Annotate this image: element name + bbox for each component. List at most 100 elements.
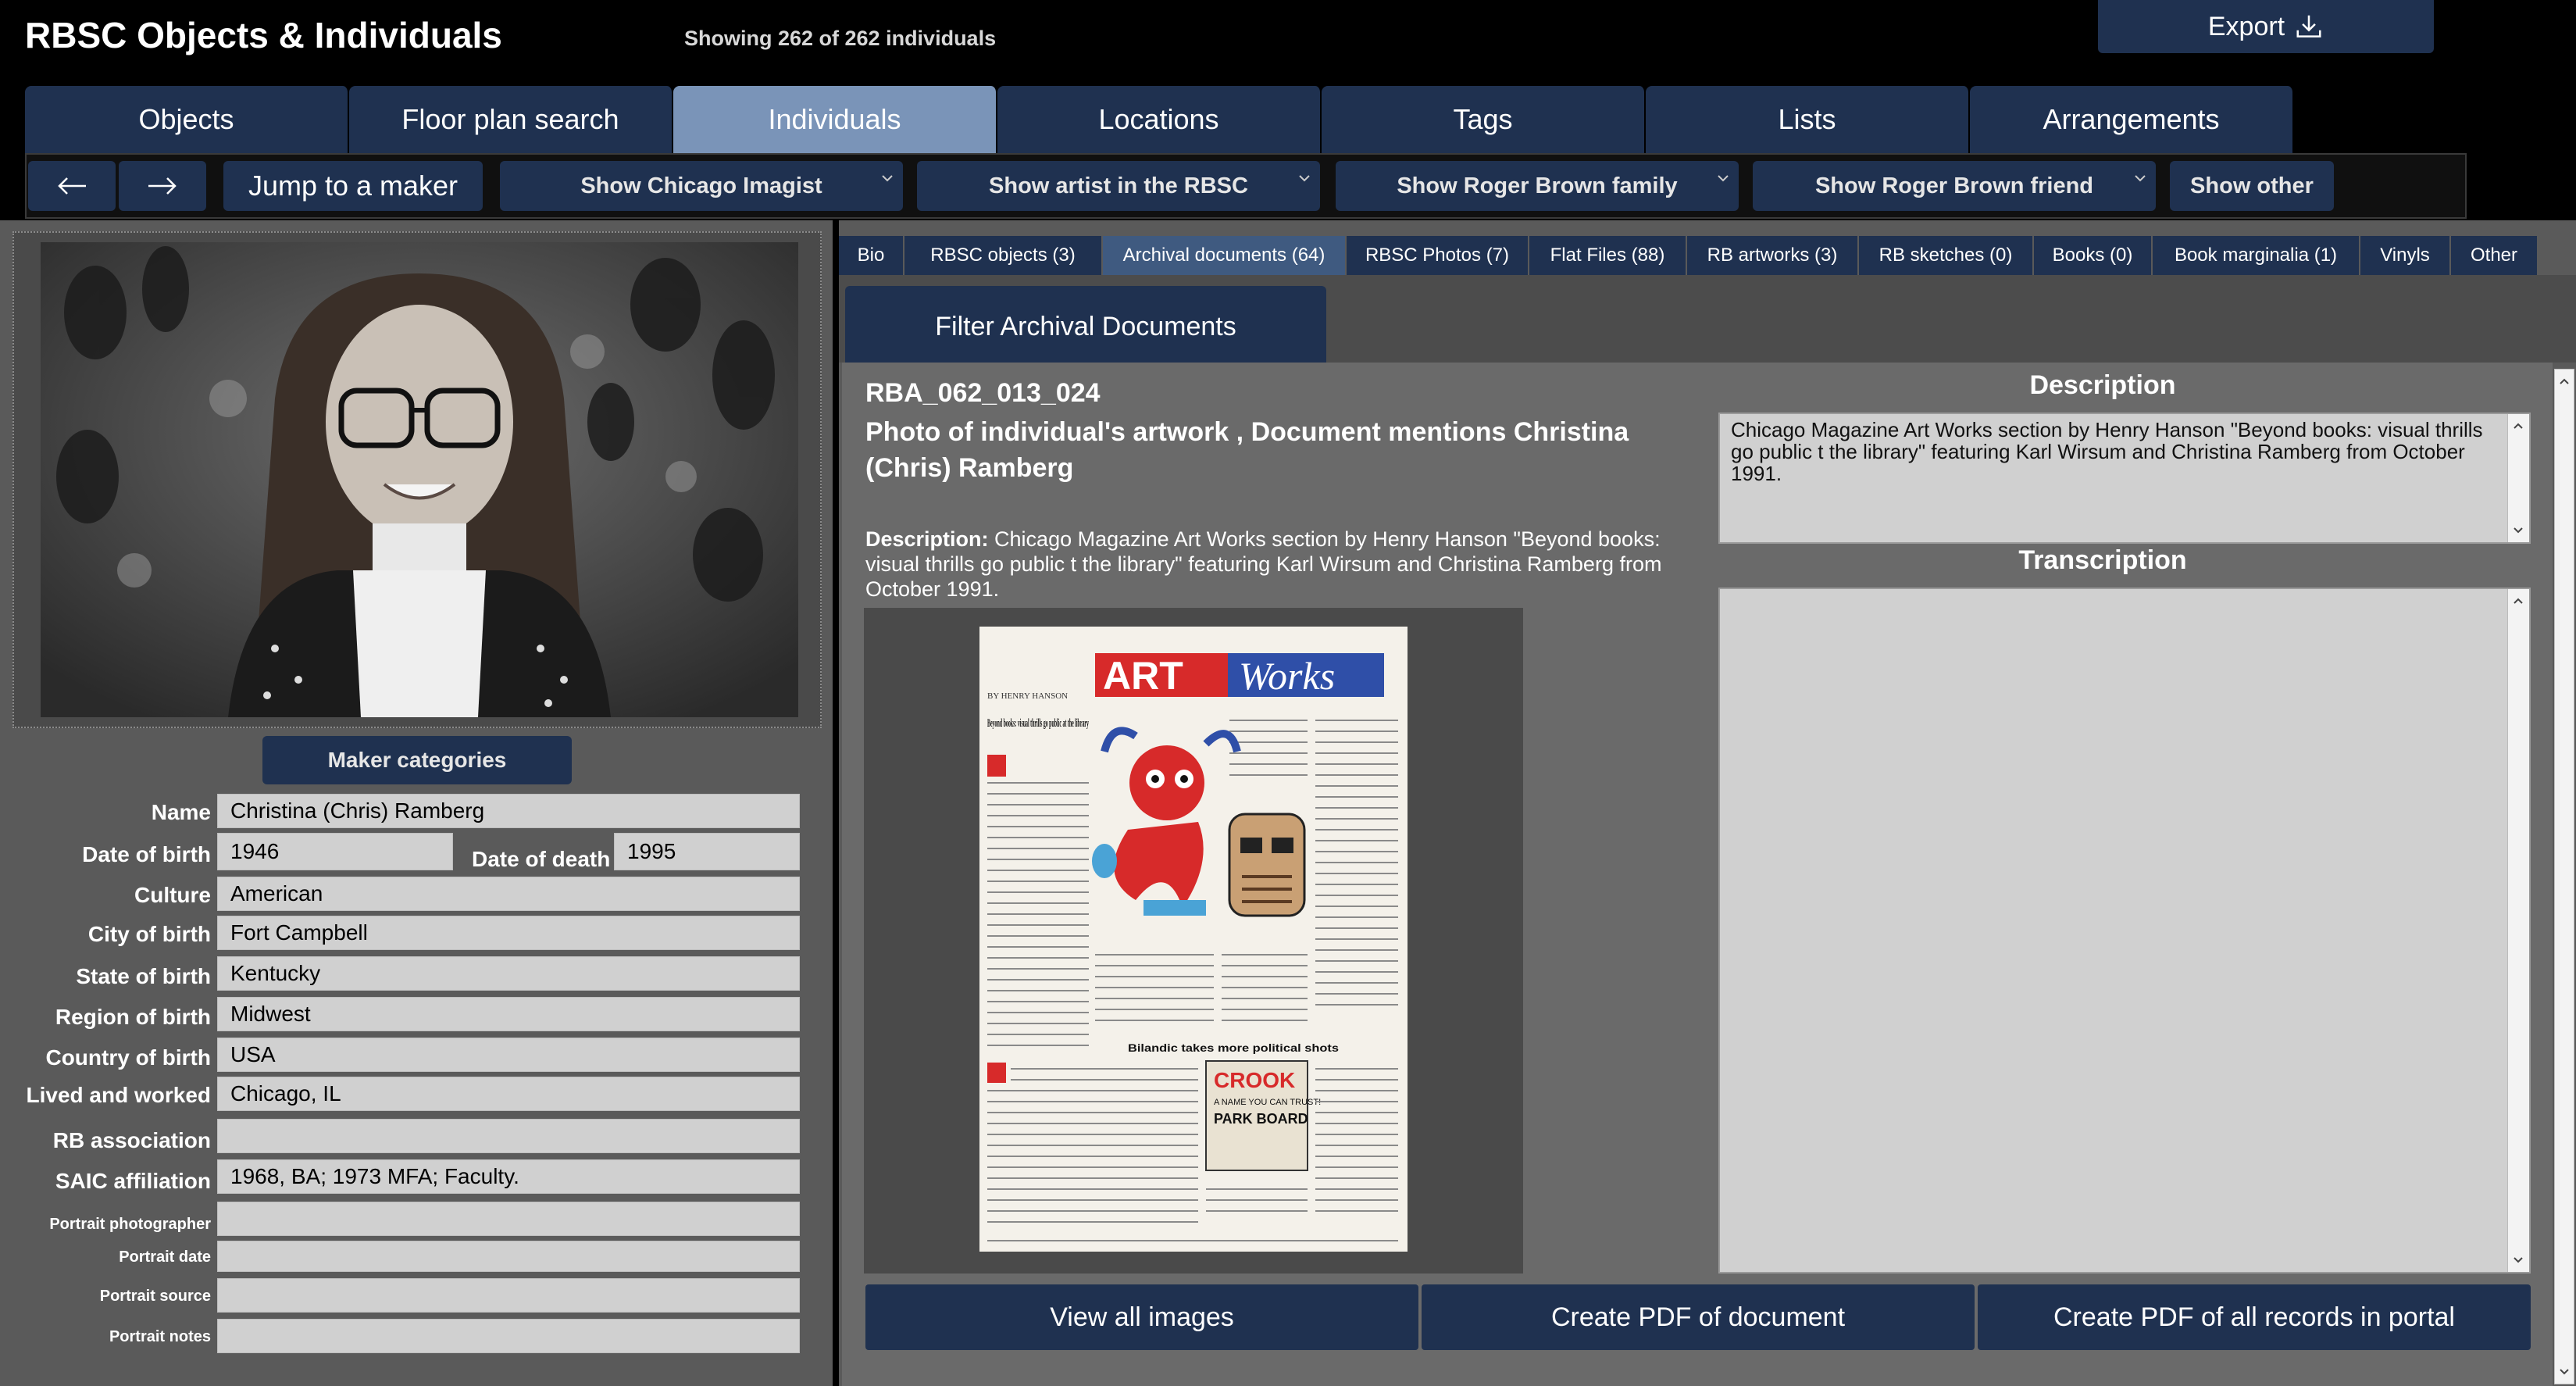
chevron-down-icon [882, 175, 893, 182]
scroll-down-icon [2560, 1369, 2569, 1375]
create-pdf-all-records-button[interactable]: Create PDF of all records in portal [1978, 1284, 2531, 1350]
jump-to-maker-button[interactable]: Jump to a maker [223, 161, 483, 211]
transcription-textarea[interactable] [1718, 588, 2531, 1273]
arrow-right-icon [148, 177, 177, 195]
document-image[interactable]: ART Works BY HENRY HANSON Beyond books: … [979, 627, 1408, 1252]
dropdown-roger-brown-family[interactable]: Show Roger Brown family [1336, 161, 1739, 211]
tab-individuals[interactable]: Individuals [673, 86, 997, 153]
magazine-works: Works [1239, 654, 1335, 698]
export-button[interactable]: Export [2098, 0, 2434, 53]
culture-label: Culture [134, 883, 211, 907]
description-scrollbar[interactable] [2507, 414, 2529, 542]
app-title: RBSC Objects & Individuals [25, 15, 502, 55]
toolbar: Jump to a maker Show Chicago Imagist Sho… [25, 153, 2467, 219]
region-label: Region of birth [55, 1005, 211, 1029]
name-field[interactable]: Christina (Chris) Ramberg [217, 794, 800, 828]
rb-association-field[interactable] [217, 1119, 800, 1153]
chevron-down-icon [1299, 175, 1310, 182]
photographer-label: Portrait photographer [49, 1216, 211, 1233]
saic-field[interactable]: 1968, BA; 1973 MFA; Faculty. [217, 1159, 800, 1194]
view-all-images-button[interactable]: View all images [865, 1284, 1418, 1350]
tab-objects[interactable]: Objects [25, 86, 349, 153]
dropdown-artist-in-rbsc[interactable]: Show artist in the RBSC [917, 161, 1320, 211]
description-textarea[interactable]: Chicago Magazine Art Works section by He… [1718, 413, 2531, 544]
record-tabs: Bio RBSC objects (3) Archival documents … [839, 236, 2539, 275]
photographer-field[interactable] [217, 1202, 800, 1236]
field-row-rb: RB association [0, 1119, 833, 1153]
city-field[interactable]: Fort Campbell [217, 916, 800, 950]
maker-categories-button[interactable]: Maker categories [262, 736, 572, 784]
field-row-culture: Culture American [0, 877, 833, 911]
lived-field[interactable]: Chicago, IL [217, 1077, 800, 1111]
tab-vinyls[interactable]: Vinyls [2360, 236, 2451, 275]
field-row-city: City of birth Fort Campbell [0, 916, 833, 950]
magazine-head2: Bilandic takes more political shots [1128, 1041, 1339, 1054]
tab-rb-sketches[interactable]: RB sketches (0) [1859, 236, 2034, 275]
country-label: Country of birth [45, 1045, 211, 1070]
tab-floor-plan-search[interactable]: Floor plan search [349, 86, 673, 153]
field-row-lived: Lived and worked Chicago, IL [0, 1077, 833, 1111]
show-other-button[interactable]: Show other [2170, 161, 2334, 211]
magazine-sign2: A NAME YOU CAN TRUST! [1214, 1098, 1321, 1107]
main-nav: Objects Floor plan search Individuals Lo… [25, 86, 2294, 153]
tab-flat-files[interactable]: Flat Files (88) [1529, 236, 1687, 275]
tab-archival-documents[interactable]: Archival documents (64) [1103, 236, 1347, 275]
portrait-date-field[interactable] [217, 1241, 800, 1272]
tab-rb-artworks[interactable]: RB artworks (3) [1687, 236, 1859, 275]
create-pdf-document-button[interactable]: Create PDF of document [1422, 1284, 1975, 1350]
tab-arrangements[interactable]: Arrangements [1970, 86, 2294, 153]
filter-bar: Filter Archival Documents [839, 275, 2576, 367]
individual-detail-panel: Maker categories Name Christina (Chris) … [0, 220, 833, 1386]
record-id: RBA_062_013_024 [865, 378, 1101, 408]
portrait-image[interactable] [41, 242, 798, 717]
tab-locations[interactable]: Locations [997, 86, 1322, 153]
export-label: Export [2207, 11, 2285, 41]
state-field[interactable]: Kentucky [217, 956, 800, 991]
dropdown-label: Show artist in the RBSC [989, 173, 1248, 198]
tab-rbsc-objects[interactable]: RBSC objects (3) [904, 236, 1103, 275]
magazine-art: ART [1103, 654, 1183, 698]
tab-other[interactable]: Other [2451, 236, 2539, 275]
portrait-photo [41, 242, 798, 717]
name-label: Name [151, 800, 211, 824]
dropdown-label: Show Roger Brown friend [1814, 173, 2094, 198]
field-row-portrait-notes: Portrait notes [0, 1319, 833, 1353]
field-row-saic: SAIC affiliation 1968, BA; 1973 MFA; Fac… [0, 1159, 833, 1194]
dropdown-roger-brown-friend[interactable]: Show Roger Brown friend [1753, 161, 2156, 211]
chevron-down-icon [1718, 175, 1729, 182]
dod-field[interactable]: 1995 [614, 833, 800, 870]
tab-book-marginalia[interactable]: Book marginalia (1) [2153, 236, 2360, 275]
magazine-head1: Beyond books: visual thrills go public a… [987, 717, 1089, 730]
region-field[interactable]: Midwest [217, 997, 800, 1031]
portrait-date-label: Portrait date [119, 1248, 211, 1266]
description-box-text: Chicago Magazine Art Works section by He… [1731, 418, 2483, 485]
dob-field[interactable]: 1946 [217, 833, 453, 870]
description-label: Description: [865, 527, 989, 551]
tab-tags[interactable]: Tags [1322, 86, 1646, 153]
document-image-frame: ART Works BY HENRY HANSON Beyond books: … [864, 608, 1523, 1273]
previous-button[interactable] [28, 161, 116, 211]
dropdown-chicago-imagist[interactable]: Show Chicago Imagist [500, 161, 903, 211]
city-label: City of birth [87, 922, 211, 946]
tab-rbsc-photos[interactable]: RBSC Photos (7) [1347, 236, 1529, 275]
arrow-left-icon [58, 177, 86, 195]
filter-archival-documents-button[interactable]: Filter Archival Documents [845, 286, 1326, 367]
transcription-scrollbar[interactable] [2507, 589, 2529, 1272]
lived-label: Lived and worked [26, 1083, 212, 1107]
transcription-heading: Transcription [2018, 545, 2187, 575]
magazine-sign1: CROOK [1214, 1068, 1295, 1092]
portrait-source-field[interactable] [217, 1278, 800, 1313]
tab-bio[interactable]: Bio [839, 236, 904, 275]
record-list-scrollbar[interactable] [2554, 369, 2574, 1384]
tab-books[interactable]: Books (0) [2034, 236, 2153, 275]
field-row-country: Country of birth USA [0, 1038, 833, 1072]
description-heading: Description [2029, 370, 2176, 400]
culture-field[interactable]: American [217, 877, 800, 911]
country-field[interactable]: USA [217, 1038, 800, 1072]
field-row-portrait-date: Portrait date [0, 1241, 833, 1272]
portrait-notes-field[interactable] [217, 1319, 800, 1353]
tab-lists[interactable]: Lists [1646, 86, 1970, 153]
next-button[interactable] [119, 161, 206, 211]
magazine-page-graphic: ART Works BY HENRY HANSON Beyond books: … [979, 627, 1408, 1252]
magazine-byline: BY HENRY HANSON [987, 691, 1068, 701]
